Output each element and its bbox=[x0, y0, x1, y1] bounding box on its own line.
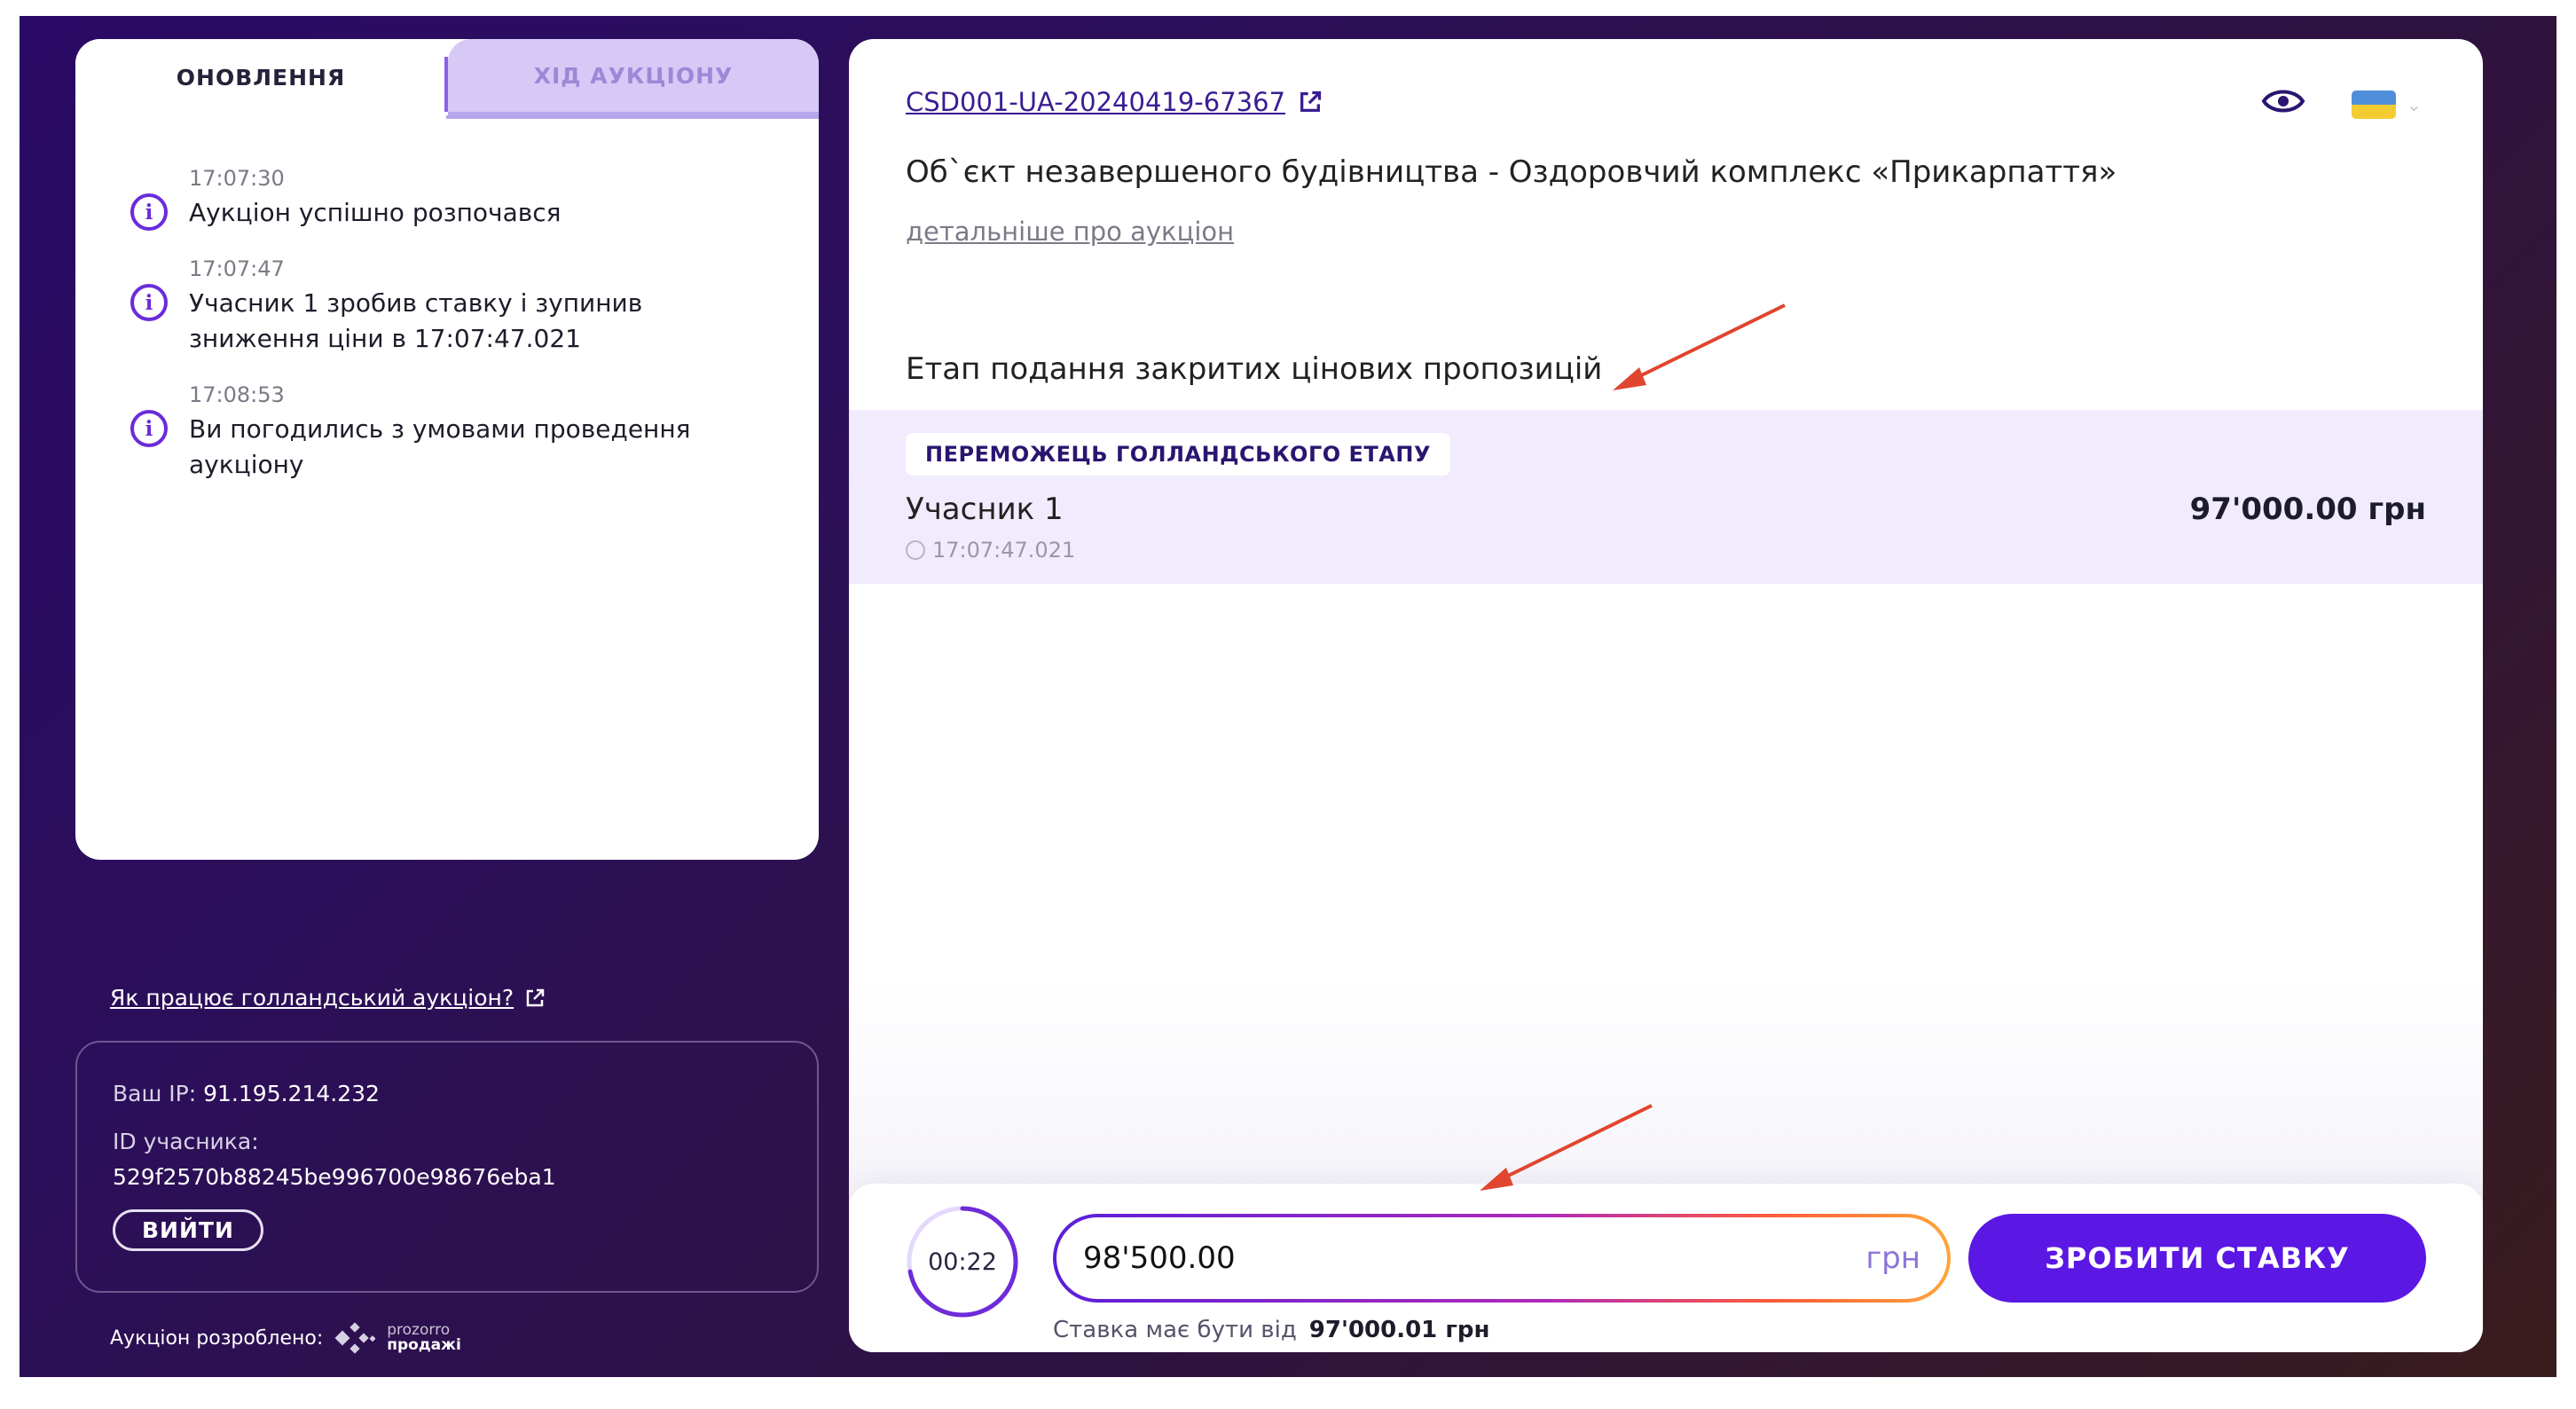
dutch-stage-winner-row: ПЕРЕМОЖЕЦЬ ГОЛЛАНДСЬКОГО ЕТАПУ Учасник 1… bbox=[849, 410, 2483, 584]
logo-text-bottom: продажі bbox=[387, 1336, 461, 1354]
auction-panel: CSD001-UA-20240419-67367 ⌄ Об`єкт незаве… bbox=[849, 39, 2483, 1352]
external-link-icon bbox=[1300, 91, 1322, 112]
developer-label: Аукціон розроблено: bbox=[110, 1326, 324, 1350]
tab-auction-progress[interactable]: ХІД АУКЦІОНУ bbox=[444, 39, 819, 115]
stage-title: Етап подання закритих цінових пропозицій bbox=[906, 351, 1603, 387]
participant-id-label: ID учасника: bbox=[113, 1124, 781, 1160]
winner-time: 17:07:47.021 bbox=[906, 538, 1075, 563]
how-dutch-auction-link[interactable]: Як працює голландський аукціон? bbox=[110, 985, 546, 1011]
ip-value: 91.195.214.232 bbox=[203, 1081, 380, 1106]
bid-hint-prefix: Ставка має бути від bbox=[1053, 1317, 1297, 1343]
eye-icon[interactable] bbox=[2261, 85, 2305, 117]
ip-row: Ваш IP: 91.195.214.232 bbox=[113, 1076, 781, 1112]
participant-info-box: Ваш IP: 91.195.214.232 ID учасника: 529f… bbox=[75, 1041, 819, 1293]
bid-hint-min: 97'000.01 грн bbox=[1308, 1317, 1490, 1343]
developer-credit: Аукціон розроблено: prozorro продажі bbox=[110, 1320, 461, 1356]
external-link-icon bbox=[526, 988, 545, 1006]
event-time: 17:07:47 bbox=[189, 256, 285, 281]
info-icon: i bbox=[130, 410, 168, 447]
prozorro-logo: prozorro продажі bbox=[334, 1320, 461, 1356]
participant-id-value: 529f2570b88245be996700e98676eba1 bbox=[113, 1164, 556, 1190]
prozorro-mark-icon bbox=[334, 1322, 376, 1354]
bid-bar: 00:22 98'500.00 грн ЗРОБИТИ СТАВКУ Ставк… bbox=[849, 1184, 2483, 1352]
chevron-down-icon[interactable]: ⌄ bbox=[2407, 94, 2422, 115]
auction-title: Об`єкт незавершеного будівництва - Оздор… bbox=[906, 154, 2117, 190]
app-background: ОНОВЛЕННЯ ХІД АУКЦІОНУ i 17:07:30 Аукціо… bbox=[20, 16, 2556, 1377]
ukraine-flag-icon[interactable] bbox=[2352, 91, 2396, 119]
bid-amount-input[interactable]: 98'500.00 грн bbox=[1053, 1214, 1951, 1303]
winner-amount: 97'000.00 грн bbox=[2189, 492, 2426, 527]
event-time: 17:07:30 bbox=[189, 166, 285, 191]
bid-amount-value[interactable]: 98'500.00 bbox=[1083, 1240, 1236, 1276]
auction-id-link[interactable]: CSD001-UA-20240419-67367 bbox=[906, 87, 1323, 117]
annotation-arrow bbox=[1480, 1104, 1653, 1191]
event-message: Учасник 1 зробив ставку і зупинив знижен… bbox=[189, 288, 643, 353]
auction-id-text: CSD001-UA-20240419-67367 bbox=[906, 87, 1286, 117]
auction-details-link[interactable]: детальніше про аукціон bbox=[906, 216, 1234, 247]
tab-updates[interactable]: ОНОВЛЕННЯ bbox=[75, 39, 446, 115]
bid-hint: Ставка має бути від 97'000.01 грн bbox=[1053, 1317, 1489, 1343]
participant-id-caption: ID учасника: bbox=[113, 1129, 259, 1154]
event-message: Аукціон успішно розпочався bbox=[189, 198, 562, 227]
how-link-label: Як працює голландський аукціон? bbox=[110, 985, 514, 1011]
info-icon: i bbox=[130, 284, 168, 321]
bid-currency: грн bbox=[1865, 1240, 1920, 1276]
logout-button[interactable]: ВИЙТИ bbox=[113, 1209, 263, 1251]
winner-badge: ПЕРЕМОЖЕЦЬ ГОЛЛАНДСЬКОГО ЕТАПУ bbox=[906, 433, 1450, 476]
info-icon: i bbox=[130, 193, 168, 231]
event-item: i 17:07:30 Аукціон успішно розпочався bbox=[130, 165, 774, 231]
annotation-arrow bbox=[1613, 303, 1786, 390]
tab-divider bbox=[446, 115, 819, 119]
event-item: i 17:07:47 Учасник 1 зробив ставку і зуп… bbox=[130, 256, 774, 357]
ip-label: Ваш IP: bbox=[113, 1081, 197, 1106]
event-item: i 17:08:53 Ви погодились з умовами прове… bbox=[130, 382, 774, 483]
clock-icon bbox=[906, 540, 925, 560]
winner-name: Учасник 1 bbox=[906, 492, 1064, 527]
event-time: 17:08:53 bbox=[189, 382, 285, 407]
content-fade bbox=[849, 980, 2483, 1201]
place-bid-button[interactable]: ЗРОБИТИ СТАВКУ bbox=[1968, 1214, 2426, 1303]
updates-panel: ОНОВЛЕННЯ ХІД АУКЦІОНУ i 17:07:30 Аукціо… bbox=[75, 39, 819, 860]
event-message: Ви погодились з умовами проведення аукці… bbox=[189, 414, 691, 479]
winner-time-value: 17:07:47.021 bbox=[932, 538, 1076, 563]
timer-text: 00:22 bbox=[928, 1248, 997, 1276]
